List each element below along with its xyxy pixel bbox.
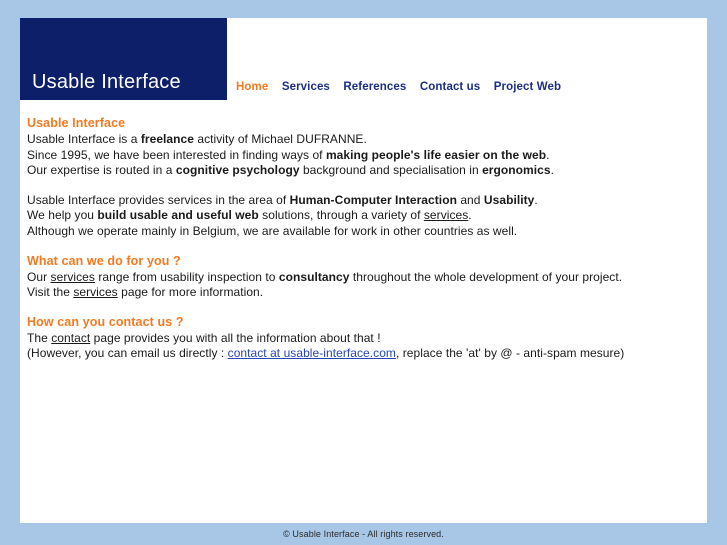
services-line-1-emphasis-hci: Human-Computer Interaction [289, 192, 457, 207]
what-we-do-line-2-text-a: Visit the [27, 285, 74, 300]
nav-item-project-web[interactable]: Project Web [494, 81, 561, 93]
what-we-do-line-1-text-a: Our [27, 269, 51, 284]
what-we-do-line-2: Visit the services page for more informa… [27, 285, 707, 301]
intro-line-3: Our expertise is routed in a cognitive p… [27, 163, 707, 179]
what-we-do-line-1-emphasis-consultancy: consultancy [278, 269, 350, 284]
nav-item-home[interactable]: Home [236, 81, 268, 93]
intro-line-1-text-c: activity of Michael DUFRANNE. [193, 132, 367, 146]
link-services-variety[interactable]: services [424, 208, 468, 222]
services-line-2-emphasis-build-usable: build usable and useful web [97, 208, 259, 223]
services-line-1-text-a: Usable Interface provides services in th… [27, 192, 290, 207]
what-we-do-line-1-text-d: throughout the whole development of your… [349, 269, 623, 284]
site-footer: © Usable Interface - All rights reserved… [0, 523, 727, 545]
nav-item-references[interactable]: References [343, 81, 406, 93]
services-line-2-text-c: solutions, through a variety of [258, 208, 424, 223]
services-line-1-emphasis-usability: Usability [483, 192, 535, 207]
footer-copyright-text: © Usable Interface - All rights reserved… [283, 529, 444, 539]
logo-block: Usable Interface [20, 18, 227, 100]
intro-line-3-text-c: background and specialisation in [299, 163, 483, 178]
intro-line-3-text-a: Our expertise is routed in a [27, 163, 176, 178]
what-we-do-line-2-text-b: page for more information. [117, 285, 264, 300]
intro-line-2: Since 1995, we have been interested in f… [27, 148, 707, 164]
services-line-1-text-c: and [456, 192, 484, 207]
intro-line-1-emphasis-freelance: freelance [140, 132, 194, 146]
site-logo-text: Usable Interface [32, 71, 181, 93]
contact-line-2: (However, you can email us directly : co… [27, 346, 707, 362]
services-line-1: Usable Interface provides services in th… [27, 193, 707, 209]
section-title-how-can-you-contact-us: How can you contact us ? [27, 314, 184, 329]
services-line-3: Although we operate mainly in Belgium, w… [27, 223, 518, 238]
section-title-what-can-we-do: What can we do for you ? [27, 253, 181, 268]
intro-line-3-text-e: . [550, 163, 554, 178]
section-title-usable-interface: Usable Interface [27, 116, 126, 130]
services-line-2-text-d: . [468, 208, 472, 223]
link-email-address[interactable]: contact at usable-interface.com [228, 346, 396, 360]
nav-item-contact-us[interactable]: Contact us [420, 81, 480, 93]
intro-line-2-text-c: . [546, 147, 550, 162]
intro-line-1: Usable Interface is a freelance activity… [27, 132, 707, 148]
contact-line-1-text-a: The [27, 330, 52, 345]
services-line-1-text-e: . [534, 192, 538, 207]
contact-line-2-text-a: (However, you can email us directly : [27, 346, 228, 361]
intro-line-3-emphasis-ergonomics: ergonomics [482, 163, 551, 178]
page-sheet: Usable Interface Home Services Reference… [20, 18, 707, 523]
nav-item-services[interactable]: Services [282, 81, 330, 93]
what-we-do-line-1: Our services range from usability inspec… [27, 270, 707, 286]
site-header: Usable Interface Home Services Reference… [20, 18, 707, 100]
contact-line-1: The contact page provides you with all t… [27, 331, 707, 347]
page-root: Usable Interface Home Services Reference… [0, 0, 727, 545]
main-content: Usable Interface Usable Interface is a f… [20, 100, 707, 362]
intro-line-3-emphasis-cognitive-psychology: cognitive psychology [175, 163, 300, 178]
main-navigation[interactable]: Home Services References Contact us Proj… [236, 77, 561, 95]
contact-line-1-text-b: page provides you with all the informati… [90, 330, 381, 345]
intro-line-2-text-a: Since 1995, we have been interested in f… [27, 147, 326, 162]
link-services-range[interactable]: services [51, 270, 95, 284]
contact-line-2-text-b: , replace the 'at' by @ - anti-spam mesu… [395, 346, 625, 361]
intro-line-1-text-a: Usable Interface is a [27, 132, 141, 146]
services-line-2-text-a: We help you [27, 208, 98, 223]
services-line-2: We help you build usable and useful web … [27, 208, 707, 224]
link-services-page[interactable]: services [73, 285, 117, 299]
what-we-do-line-1-text-b: range from usability inspection to [94, 269, 279, 284]
link-contact-page[interactable]: contact [51, 331, 90, 345]
intro-line-2-emphasis-life-easier: making people's life easier on the web [325, 147, 547, 162]
